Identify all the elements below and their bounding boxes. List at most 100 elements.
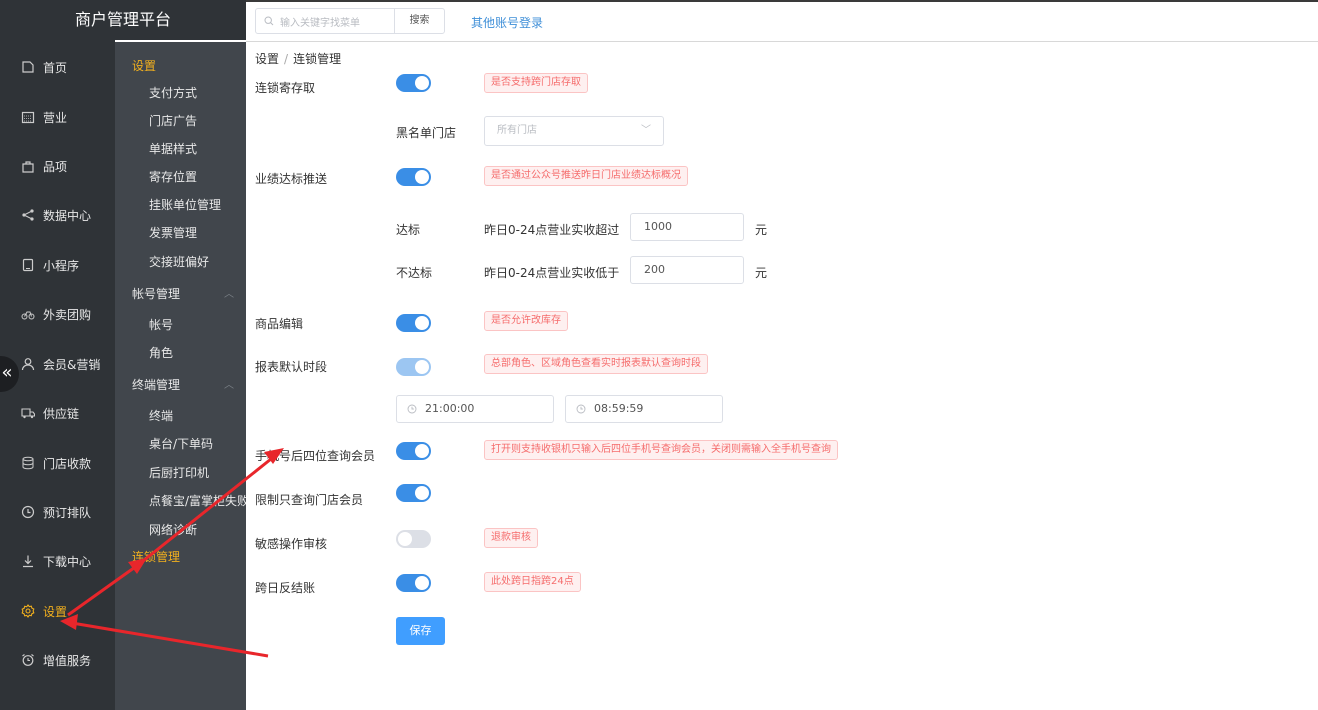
clock-icon: [576, 404, 586, 414]
sensitive-audit-switch[interactable]: [396, 530, 431, 548]
nav-item-label: 增值服务: [43, 653, 92, 668]
report-period-tip: 总部角色、区域角色查看实时报表默认查询时段: [484, 354, 708, 374]
subnav-item-terminal[interactable]: 终端: [149, 407, 173, 424]
subnav-head-settings[interactable]: 设置: [132, 57, 232, 74]
subnav-head-label: 帐号管理: [132, 287, 181, 301]
calendar-icon: [20, 109, 36, 125]
reach-amount-input[interactable]: 1000: [630, 213, 744, 241]
nav-item-reservation[interactable]: 预订排队: [0, 497, 115, 527]
performance-push-label: 业绩达标推送: [255, 172, 328, 186]
subnav-item-invoice[interactable]: 发票管理: [149, 224, 197, 241]
product-edit-tip: 是否允许改库存: [484, 311, 568, 331]
subnav-item-role[interactable]: 角色: [149, 344, 173, 361]
subnav-item-storage-location[interactable]: 寄存位置: [149, 168, 197, 185]
nav-item-label: 数据中心: [43, 208, 92, 223]
subnav-item-table-qr[interactable]: 桌台/下单码: [149, 435, 213, 452]
search-icon: [264, 16, 274, 26]
reach-label: 达标: [396, 223, 421, 237]
chain-storage-tip: 是否支持跨门店存取: [484, 73, 588, 93]
report-start-time-input[interactable]: 21:00:00: [396, 395, 554, 423]
nav-item-data-center[interactable]: 数据中心: [0, 200, 115, 230]
collapse-icon: «: [1, 362, 13, 383]
nav-item-label: 外卖团购: [43, 307, 92, 322]
store-member-only-switch[interactable]: [396, 484, 431, 502]
other-account-login-link[interactable]: 其他账号登录: [471, 14, 543, 31]
nav-item-supply-chain[interactable]: 供应链: [0, 398, 115, 428]
subnav-head-account[interactable]: 帐号管理 ︿: [132, 285, 234, 302]
not-reach-label: 不达标: [396, 266, 433, 280]
report-period-switch[interactable]: [396, 358, 431, 376]
search-input[interactable]: 输入关键字找菜单: [255, 8, 395, 34]
chevron-up-icon: ︿: [224, 289, 234, 300]
subnav-item-store-ads[interactable]: 门店广告: [149, 112, 197, 129]
sensitive-audit-label: 敏感操作审核: [255, 537, 328, 551]
chevron-up-icon: ︿: [224, 380, 234, 391]
nav-item-business[interactable]: 营业: [0, 102, 115, 132]
app-title-bar: 商户管理平台: [0, 0, 246, 40]
clock-icon: [407, 404, 417, 414]
breadcrumb-current: 连锁管理: [293, 52, 342, 66]
start-time-value: 21:00:00: [425, 402, 475, 415]
subnav-item-account[interactable]: 帐号: [149, 316, 173, 333]
reach-unit: 元: [755, 223, 768, 237]
nav-item-label: 供应链: [43, 406, 80, 421]
report-period-label: 报表默认时段: [255, 360, 328, 374]
database-icon: [20, 455, 36, 471]
alarm-icon: [20, 652, 36, 668]
breadcrumb-root[interactable]: 设置: [255, 52, 279, 66]
nav-item-takeout[interactable]: 外卖团购: [0, 299, 115, 329]
nav-item-label: 品项: [43, 159, 68, 174]
cross-day-tip: 此处跨日指跨24点: [484, 572, 581, 592]
nav-item-label: 首页: [43, 60, 68, 75]
nav-item-store-payment[interactable]: 门店收款: [0, 448, 115, 478]
app-title: 商户管理平台: [74, 10, 171, 29]
save-button[interactable]: 保存: [396, 617, 445, 645]
performance-push-switch[interactable]: [396, 168, 431, 186]
chain-storage-label: 连锁寄存取: [255, 81, 316, 95]
chain-storage-switch[interactable]: [396, 74, 431, 92]
blacklist-store-select[interactable]: 所有门店 ﹀: [484, 116, 664, 146]
nav-item-home[interactable]: 首页: [0, 52, 115, 82]
nav-item-label: 营业: [43, 110, 68, 125]
download-icon: [20, 553, 36, 569]
nav-item-label: 预订排队: [43, 505, 92, 520]
nav-item-download[interactable]: 下载中心: [0, 546, 115, 576]
product-edit-label: 商品编辑: [255, 317, 304, 331]
nav-item-settings[interactable]: 设置: [0, 596, 115, 626]
nav-item-label: 门店收款: [43, 456, 92, 471]
nav-item-value-added[interactable]: 增值服务: [0, 645, 115, 675]
nav-item-products[interactable]: 品项: [0, 151, 115, 181]
nav-item-label: 下载中心: [43, 554, 92, 569]
subnav-item-payment[interactable]: 支付方式: [149, 84, 197, 101]
subnav-item-chain-management[interactable]: 连锁管理: [132, 548, 180, 565]
cross-day-switch[interactable]: [396, 574, 431, 592]
share-icon: [20, 207, 36, 223]
gear-icon: [20, 603, 36, 619]
subnav-item-ordering-device[interactable]: 点餐宝/富掌柜失败: [149, 492, 246, 509]
main-nav: 首页 营业 品项 数据中心 小程序 外卖团购 会员&营销 供应链 门店收款 预订…: [0, 2, 115, 710]
not-reach-amount-input[interactable]: 200: [630, 256, 744, 284]
phone-last4-switch[interactable]: [396, 442, 431, 460]
subnav-head-label: 终端管理: [132, 378, 181, 392]
nav-item-label: 会员&营销: [43, 357, 101, 372]
nav-item-label: 小程序: [43, 258, 80, 273]
subnav-item-credit-units[interactable]: 挂账单位管理: [149, 196, 221, 213]
store-member-only-label: 限制只查询门店会员: [255, 493, 364, 507]
chevron-down-icon: ﹀: [641, 125, 651, 136]
subnav-item-receipt-style[interactable]: 单据样式: [149, 140, 197, 157]
top-bar: 输入关键字找菜单 搜索 其他账号登录: [246, 2, 1318, 42]
reach-description: 昨日0-24点营业实收超过: [484, 223, 620, 237]
select-placeholder: 所有门店: [497, 125, 537, 136]
report-end-time-input[interactable]: 08:59:59: [565, 395, 723, 423]
truck-icon: [20, 405, 36, 421]
subnav-item-kitchen-printer[interactable]: 后厨打印机: [149, 464, 209, 481]
search-button[interactable]: 搜索: [394, 8, 445, 34]
subnav-head-terminal[interactable]: 终端管理 ︿: [132, 376, 234, 393]
nav-item-miniprogram[interactable]: 小程序: [0, 250, 115, 280]
tablet-icon: [20, 257, 36, 273]
user-icon: [20, 356, 36, 372]
product-edit-switch[interactable]: [396, 314, 431, 332]
phone-last4-tip: 打开则支持收银机只输入后四位手机号查询会员，关闭则需输入全手机号查询: [484, 440, 838, 460]
subnav-item-shift-prefs[interactable]: 交接班偏好: [149, 253, 209, 270]
subnav-item-network[interactable]: 网络诊断: [149, 521, 197, 538]
